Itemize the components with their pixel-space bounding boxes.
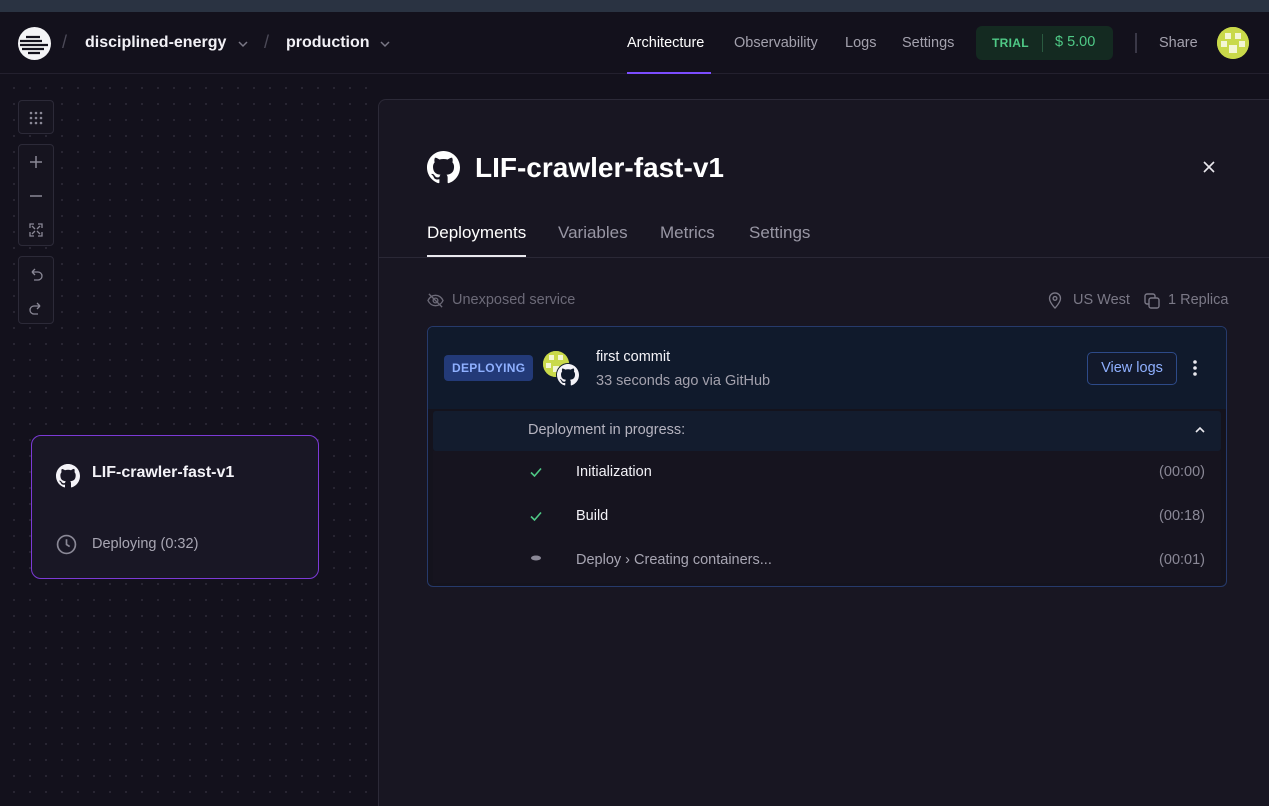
replica-label: 1 Replica — [1168, 292, 1229, 308]
chevron-up-icon[interactable] — [1193, 423, 1207, 437]
step-name: Build — [576, 508, 609, 524]
github-icon — [427, 151, 460, 184]
fit-screen-icon[interactable] — [19, 213, 53, 247]
tab-metrics[interactable]: Metrics — [660, 223, 715, 243]
grid-icon[interactable] — [19, 101, 53, 135]
progress-label: Deployment in progress: — [528, 422, 686, 438]
share-button[interactable]: Share — [1159, 35, 1198, 51]
tab-settings[interactable]: Settings — [749, 223, 810, 243]
zoom-out-icon[interactable] — [19, 179, 53, 213]
undo-icon[interactable] — [19, 257, 53, 291]
top-navbar: / disciplined-energy / production Archit… — [0, 12, 1269, 74]
service-card-title: LIF-crawler-fast-v1 — [92, 464, 235, 481]
commit-message: first commit — [596, 349, 671, 365]
breadcrumb-separator: / — [264, 32, 270, 52]
trial-divider — [1042, 34, 1043, 52]
spinner-icon — [531, 555, 541, 561]
close-icon[interactable] — [1201, 159, 1217, 175]
canvas-toolbar-top — [18, 100, 54, 134]
more-options-icon[interactable] — [1192, 359, 1198, 377]
trial-label: TRIAL — [992, 36, 1029, 50]
canvas-toolbar-history — [18, 256, 54, 324]
step-time: (00:18) — [1159, 508, 1205, 524]
chevron-down-icon[interactable] — [379, 38, 391, 50]
project-name[interactable]: disciplined-energy — [85, 34, 226, 52]
view-logs-button[interactable]: View logs — [1087, 352, 1177, 385]
nav-architecture[interactable]: Architecture — [627, 35, 704, 51]
eye-off-icon — [427, 293, 444, 308]
copy-icon — [1144, 293, 1160, 309]
redo-icon[interactable] — [19, 291, 53, 325]
tab-active-underline — [427, 255, 526, 257]
deployment-step: Initialization (00:00) — [433, 451, 1221, 495]
status-badge: DEPLOYING — [444, 355, 534, 381]
step-name: Deploy › Creating containers... — [576, 552, 772, 568]
service-card-status: Deploying (0:32) — [92, 536, 199, 552]
deployment-progress-toggle[interactable]: Deployment in progress: — [433, 411, 1221, 451]
chevron-down-icon[interactable] — [237, 38, 249, 50]
deployment-step: Deploy › Creating containers... (00:01) — [433, 539, 1221, 583]
step-name: Initialization — [576, 464, 652, 480]
region-label: US West — [1073, 292, 1130, 308]
check-icon — [530, 511, 542, 522]
deployment-card: DEPLOYING first commit 33 seconds ago vi… — [427, 326, 1227, 587]
clock-icon — [56, 534, 77, 555]
panel-tabs: Deployments Variables Metrics Settings — [379, 210, 1269, 258]
breadcrumb-separator: / — [62, 32, 68, 52]
map-pin-icon — [1048, 292, 1062, 309]
user-avatar[interactable] — [1217, 27, 1249, 59]
service-details-panel: LIF-crawler-fast-v1 Deployments Variable… — [378, 99, 1269, 806]
app-logo-icon[interactable] — [18, 27, 51, 60]
header-divider — [1135, 33, 1137, 53]
trial-credit: $ 5.00 — [1055, 34, 1096, 50]
check-icon — [530, 467, 542, 478]
tab-deployments[interactable]: Deployments — [427, 223, 526, 243]
service-card[interactable]: LIF-crawler-fast-v1 Deploying (0:32) — [31, 435, 319, 579]
deployment-header[interactable]: DEPLOYING first commit 33 seconds ago vi… — [428, 327, 1226, 409]
zoom-in-icon[interactable] — [19, 145, 53, 179]
nav-observability[interactable]: Observability — [734, 35, 818, 51]
commit-meta: 33 seconds ago via GitHub — [596, 373, 771, 389]
exposure-label: Unexposed service — [452, 292, 576, 308]
step-time: (00:01) — [1159, 552, 1205, 568]
window-top-strip — [0, 0, 1269, 12]
tab-variables[interactable]: Variables — [558, 223, 628, 243]
panel-title: LIF-crawler-fast-v1 — [475, 152, 724, 183]
canvas-toolbar-zoom — [18, 144, 54, 246]
github-icon — [556, 363, 580, 387]
architecture-canvas[interactable]: LIF-crawler-fast-v1 Deploying (0:32) — [0, 74, 379, 806]
step-time: (00:00) — [1159, 464, 1205, 480]
nav-logs[interactable]: Logs — [845, 35, 876, 51]
nav-settings[interactable]: Settings — [902, 35, 954, 51]
github-icon — [56, 464, 80, 488]
nav-active-underline — [627, 72, 711, 74]
environment-name[interactable]: production — [286, 34, 370, 52]
trial-badge[interactable]: TRIAL $ 5.00 — [976, 26, 1113, 60]
deployment-step: Build (00:18) — [433, 495, 1221, 539]
